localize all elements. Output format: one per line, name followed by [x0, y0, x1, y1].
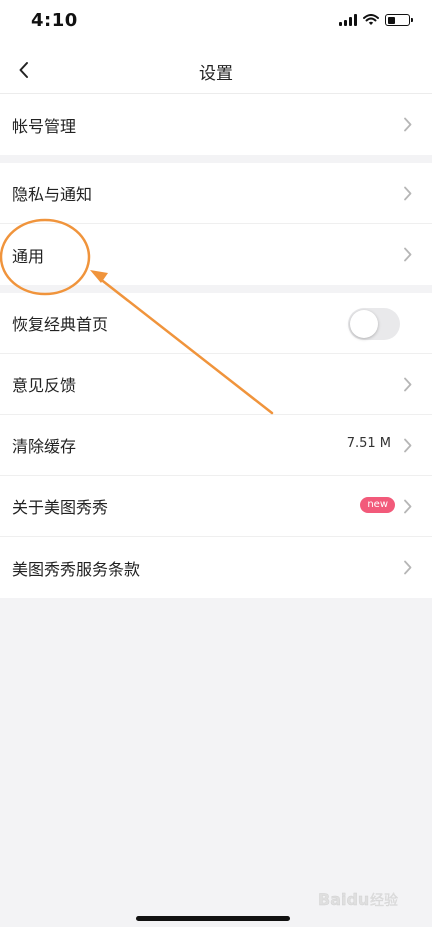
chevron-right-icon	[404, 117, 412, 132]
settings-item-privacy[interactable]: 隐私与通知	[0, 163, 432, 224]
chevron-right-icon	[404, 186, 412, 201]
settings-item-label: 隐私与通知	[12, 185, 93, 204]
status-icons	[339, 14, 413, 26]
settings-item-terms[interactable]: 美图秀秀服务条款	[0, 537, 432, 598]
settings-item-classic-home: 恢复经典首页	[0, 293, 432, 354]
svg-text:经验: 经验	[370, 893, 398, 909]
settings-item-label: 美图秀秀服务条款	[12, 559, 141, 579]
settings-item-label: 帐号管理	[12, 116, 77, 136]
chevron-right-icon	[404, 247, 412, 262]
status-bar: 4:10	[0, 0, 432, 46]
settings-item-about[interactable]: 关于美图秀秀 new	[0, 476, 432, 537]
settings-item-clear-cache[interactable]: 清除缓存 7.51 M	[0, 415, 432, 476]
settings-item-label: 关于美图秀秀	[12, 498, 109, 517]
page-title: 设置	[199, 64, 233, 84]
settings-item-label: 通用	[12, 246, 45, 266]
cellular-signal-icon	[339, 14, 357, 26]
chevron-right-icon	[404, 377, 412, 392]
settings-group-account: 帐号管理	[0, 94, 432, 155]
settings-item-feedback[interactable]: 意见反馈	[0, 354, 432, 415]
settings-item-general[interactable]: 通用	[0, 224, 432, 285]
status-time: 4:10	[31, 10, 78, 31]
chevron-right-icon	[404, 438, 412, 453]
wifi-icon	[363, 14, 379, 25]
classic-home-toggle[interactable]	[348, 308, 400, 340]
baidu-jingyan-watermark: Baidu 经验	[318, 890, 398, 909]
settings-item-account[interactable]: 帐号管理	[0, 94, 432, 155]
nav-bar: 设置	[0, 46, 432, 94]
home-indicator	[136, 916, 290, 921]
battery-level	[387, 16, 395, 24]
new-badge: new	[360, 497, 395, 513]
settings-item-label: 清除缓存	[12, 437, 77, 456]
chevron-right-icon	[404, 560, 412, 575]
chevron-right-icon	[404, 499, 412, 514]
settings-group-privacy: 隐私与通知 通用	[0, 163, 432, 285]
svg-text:Baidu: Baidu	[318, 890, 369, 909]
battery-icon	[385, 14, 413, 26]
settings-item-label: 恢复经典首页	[12, 315, 109, 334]
toggle-knob	[350, 310, 378, 338]
cache-size-value: 7.51 M	[346, 436, 391, 451]
settings-group-misc: 恢复经典首页 意见反馈 清除缓存 7.51 M 关于美图秀秀 new 美图秀秀服…	[0, 293, 432, 598]
settings-item-label: 意见反馈	[12, 376, 77, 395]
